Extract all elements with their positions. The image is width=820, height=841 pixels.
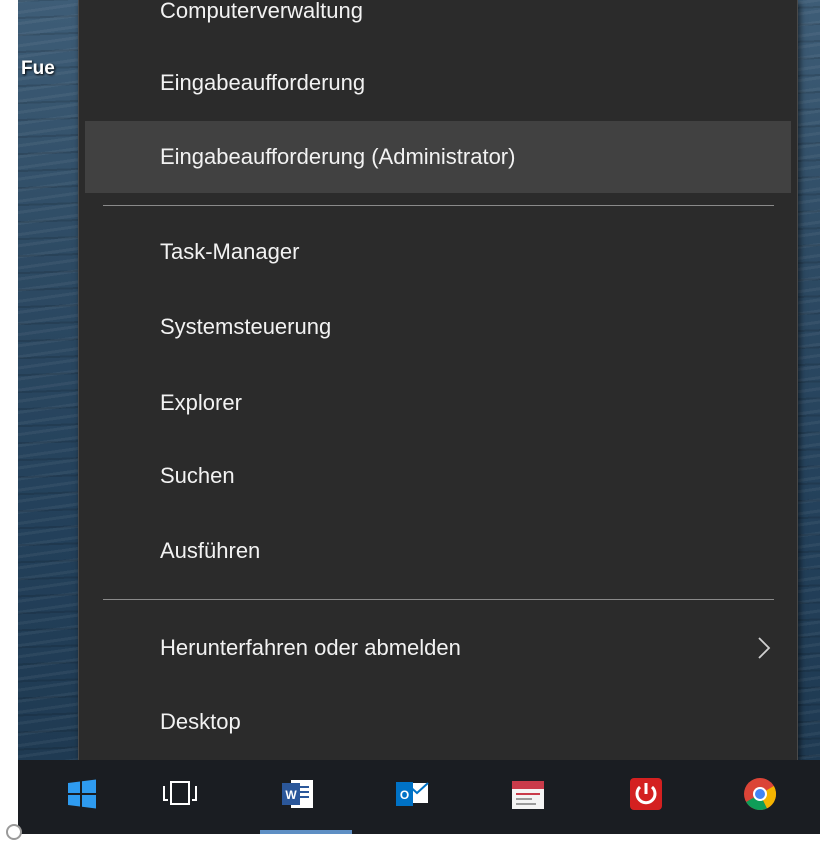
start-context-menu: Computerverwaltung Eingabeaufforderung E… [78, 0, 798, 778]
chrome-icon[interactable] [740, 774, 780, 814]
menu-item-suchen[interactable]: Suchen [85, 440, 791, 512]
svg-text:W: W [285, 788, 297, 802]
taskbar: W O [18, 760, 820, 834]
menu-separator [103, 599, 774, 600]
menu-item-label: Computerverwaltung [160, 0, 363, 23]
menu-item-label: Task-Manager [160, 239, 300, 264]
menu-item-label: Ausführen [160, 538, 261, 563]
active-app-indicator [260, 830, 352, 834]
menu-item-systemsteuerung[interactable]: Systemsteuerung [85, 291, 791, 363]
menu-item-desktop[interactable]: Desktop [85, 686, 791, 758]
windows-start-icon[interactable] [62, 774, 102, 814]
menu-item-task-manager[interactable]: Task-Manager [85, 216, 791, 288]
menu-item-label: Eingabeaufforderung (Administrator) [160, 144, 516, 169]
task-view-icon[interactable] [160, 774, 200, 814]
outlook-icon[interactable]: O [392, 774, 432, 814]
menu-item-explorer[interactable]: Explorer [85, 367, 791, 439]
menu-item-herunterfahren[interactable]: Herunterfahren oder abmelden [85, 612, 791, 684]
menu-item-label: Herunterfahren oder abmelden [160, 635, 461, 660]
menu-separator [103, 205, 774, 206]
menu-item-label: Explorer [160, 390, 242, 415]
menu-item-eingabeaufforderung[interactable]: Eingabeaufforderung [85, 47, 791, 119]
menu-item-label: Desktop [160, 709, 241, 734]
menu-item-eingabeaufforderung-admin[interactable]: Eingabeaufforderung (Administrator) [85, 121, 791, 193]
calendar-app-icon[interactable] [508, 774, 548, 814]
word-icon[interactable]: W [278, 774, 318, 814]
svg-text:O: O [400, 788, 409, 802]
resize-handle [6, 824, 22, 840]
desktop-icon-label[interactable]: Fue [21, 58, 81, 80]
menu-item-label: Suchen [160, 463, 235, 488]
menu-item-label: Systemsteuerung [160, 314, 332, 339]
menu-item-ausfuehren[interactable]: Ausführen [85, 515, 791, 587]
menu-item-computerverwaltung[interactable]: Computerverwaltung [85, 0, 791, 47]
chevron-right-icon [758, 637, 771, 659]
power-app-icon[interactable] [626, 774, 666, 814]
menu-item-label: Eingabeaufforderung [160, 70, 366, 95]
